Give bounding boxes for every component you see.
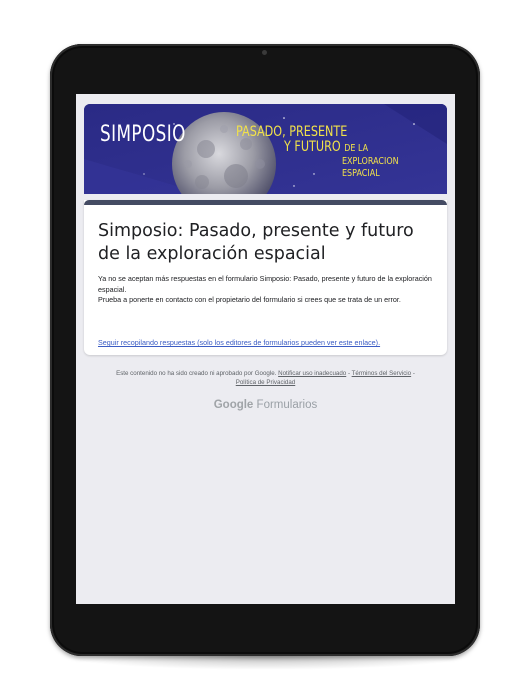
banner-subtitle-line2b: DE LA <box>344 143 369 154</box>
banner-title: SIMPOSIO <box>100 122 186 147</box>
banner-subtitle-line2a: Y FUTURO <box>284 139 341 155</box>
form-title: Simposio: Pasado, presente y futuro de l… <box>98 221 414 264</box>
screen: SIMPOSIO PASADO, PRESENTE Y FUTURO DE LA… <box>76 94 455 604</box>
disclaimer-text: Este contenido no ha sido creado ni apro… <box>116 370 277 377</box>
report-abuse-link[interactable]: Notificar uso inadecuado <box>278 370 346 377</box>
closed-message-line2: Prueba a ponerte en contacto con el prop… <box>98 295 401 304</box>
forms-wordmark: Formularios <box>256 399 318 411</box>
continue-collecting-link[interactable]: Seguir recopilando respuestas (solo los … <box>98 338 380 347</box>
form-closed-card: Simposio: Pasado, presente y futuro de l… <box>84 200 447 355</box>
banner-subtitle-line4: ESPACIAL <box>342 168 380 179</box>
terms-link[interactable]: Términos del Servicio <box>352 370 412 377</box>
google-forms-logo[interactable]: Google Formularios <box>76 399 455 411</box>
banner-subtitle-line3: EXPLORACION <box>342 156 399 167</box>
banner-artwork <box>84 104 447 194</box>
closed-message: Ya no se aceptan más respuestas en el fo… <box>98 274 438 306</box>
banner-subtitle-line2: Y FUTURO DE LA <box>284 139 368 155</box>
privacy-link[interactable]: Política de Privacidad <box>236 379 296 386</box>
camera-icon <box>262 50 267 55</box>
card-accent-bar <box>84 200 447 205</box>
closed-message-line1: Ya no se aceptan más respuestas en el fo… <box>98 274 432 294</box>
google-wordmark: Google <box>213 399 254 411</box>
header-banner: SIMPOSIO PASADO, PRESENTE Y FUTURO DE LA… <box>84 104 447 194</box>
banner-subtitle-line1: PASADO, PRESENTE <box>236 124 348 140</box>
footer-disclaimer: Este contenido no ha sido creado ni apro… <box>86 370 445 387</box>
footer-separator-2: - <box>411 370 415 377</box>
